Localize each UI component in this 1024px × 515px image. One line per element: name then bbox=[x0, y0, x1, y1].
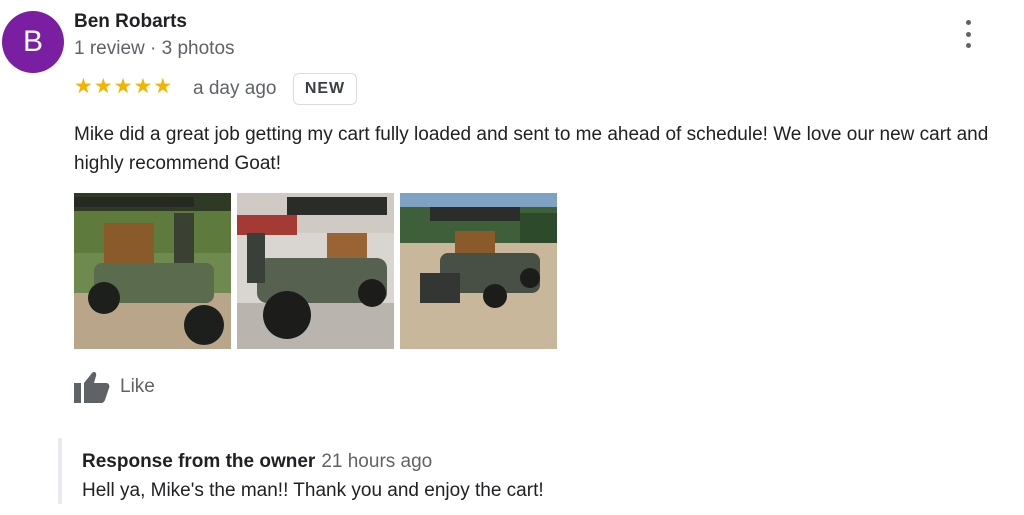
golf-cart-photo bbox=[74, 193, 231, 349]
more-options-button[interactable] bbox=[955, 18, 981, 50]
star-icon: ★ bbox=[74, 75, 93, 98]
thumbs-up-icon bbox=[74, 372, 110, 403]
review-time: a day ago bbox=[193, 78, 277, 99]
reviewer-avatar[interactable]: B bbox=[2, 11, 64, 73]
star-icon: ★ bbox=[153, 75, 173, 98]
review-photo-1[interactable] bbox=[74, 193, 231, 349]
owner-response-header: Response from the owner 21 hours ago bbox=[82, 451, 432, 473]
review-photo-3[interactable] bbox=[400, 193, 557, 349]
avatar-initial: B bbox=[22, 25, 43, 58]
review-photo-2[interactable] bbox=[237, 193, 394, 349]
reviewer-meta: 1 review · 3 photos bbox=[74, 38, 235, 59]
star-icon: ★ bbox=[113, 75, 133, 98]
golf-cart-photo bbox=[237, 193, 394, 349]
star-icon: ★ bbox=[133, 75, 153, 98]
review-text: Mike did a great job getting my cart ful… bbox=[74, 124, 989, 174]
owner-response-title: Response from the owner bbox=[82, 451, 316, 472]
golf-cart-photo bbox=[400, 193, 557, 349]
reviewer-name[interactable]: Ben Robarts bbox=[74, 11, 187, 33]
like-label: Like bbox=[120, 376, 155, 397]
star-icon: ★ bbox=[93, 75, 113, 98]
owner-response-time: 21 hours ago bbox=[321, 451, 433, 472]
response-divider bbox=[58, 438, 62, 504]
new-badge: NEW bbox=[293, 73, 357, 105]
like-button[interactable]: Like bbox=[74, 371, 155, 403]
owner-response-text: Hell ya, Mike's the man!! Thank you and … bbox=[82, 480, 544, 501]
star-rating: ★ ★ ★ ★ ★ bbox=[74, 76, 172, 98]
more-vertical-icon bbox=[965, 20, 971, 25]
